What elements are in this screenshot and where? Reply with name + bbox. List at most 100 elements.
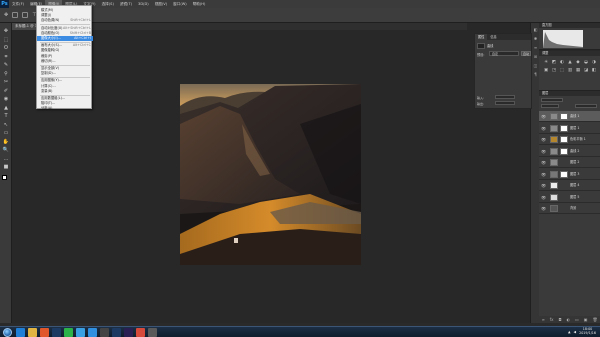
adjustment-icon-12[interactable]: ▦ [575,68,581,73]
adjustment-icon-14[interactable]: ◧ [591,68,597,73]
layer-mask-thumbnail[interactable] [560,136,568,143]
image-menu-item-10[interactable]: 裁切(R)... [37,59,93,64]
panel-strip-icon-4[interactable]: ⊞ [533,54,538,59]
eyedropper-tool-icon[interactable]: ⚲ [2,71,10,77]
visibility-eye-icon[interactable]: 👁 [541,149,546,154]
move-tool-icon[interactable]: ✥ [4,12,8,18]
network-icon[interactable]: ▲ [568,330,571,334]
layer-mask-thumbnail[interactable] [560,170,568,178]
path-select-tool-icon[interactable]: ↖ [2,122,10,128]
visibility-eye-icon[interactable]: 👁 [541,160,546,165]
new-group-icon[interactable]: ▭ [575,317,579,322]
delete-layer-icon[interactable]: 🗑 [592,317,597,322]
layer-filter-select[interactable] [541,98,563,102]
menu-7[interactable]: 滤镜(T) [117,0,135,8]
move-tool-icon[interactable]: ✥ [2,29,10,34]
image-menu-item-18[interactable]: 分析(A) [37,106,93,111]
adjustment-icon-1[interactable]: ☀ [543,60,549,65]
visibility-eye-icon[interactable]: 👁 [541,195,546,200]
clock[interactable]: 18:00 2019/1/16 [579,327,596,336]
visibility-eye-icon[interactable]: 👁 [541,183,546,188]
brush-tool-icon[interactable]: ✐ [2,88,10,94]
new-layer-icon[interactable]: ▣ [584,317,588,322]
layer-row[interactable]: 👁 曲线 2 [539,146,600,157]
adjustment-icon-10[interactable]: ⬚ [559,68,565,73]
ie-icon[interactable] [15,327,25,337]
visibility-eye-icon[interactable]: 👁 [541,114,546,119]
app-icon[interactable] [99,327,109,337]
new-adjustment-icon[interactable]: ◐ [567,317,571,322]
adjustment-icon-6[interactable]: ◒ [583,60,589,65]
image-menu-item-9[interactable]: 裁剪(P) [37,54,93,59]
panel-strip-icon-6[interactable]: ¶ [533,72,538,77]
layer-row[interactable]: 👁 曲线 1 [539,111,600,122]
layer-row[interactable]: 👁 图层 1 [539,123,600,134]
adjustment-icon-13[interactable]: ◪ [583,68,589,73]
canvas-image[interactable] [180,84,361,265]
pr-icon[interactable] [123,327,133,337]
layer-mask-thumbnail[interactable] [560,113,568,120]
ps2-icon[interactable] [111,327,121,337]
browser-icon[interactable] [87,327,97,337]
panel-strip-icon-5[interactable]: ◫ [533,63,538,68]
preset-select[interactable]: 自定 [489,51,519,56]
app2-icon[interactable] [147,327,157,337]
clone-tool-icon[interactable]: ◉ [2,97,10,102]
visibility-eye-icon[interactable]: 👁 [541,126,546,131]
chrome-icon[interactable] [135,327,145,337]
adjustment-icon-5[interactable]: ◆ [575,60,581,65]
panel-strip-icon-2[interactable]: ✱ [533,36,538,41]
image-menu-item-13[interactable]: 应用图像(Y)... [37,78,93,83]
link-layers-icon[interactable]: ∞ [541,317,544,322]
start-button[interactable] [0,327,14,337]
shape-tool-icon[interactable]: ▭ [2,131,10,136]
menu-6[interactable]: 选择(S) [99,0,117,8]
layer-mask-thumbnail[interactable] [560,147,568,155]
image-menu-item-4[interactable]: 自动对比度(U) Alt+Shift+Ctrl+L [37,26,93,31]
adjustment-icon-9[interactable]: ◳ [551,68,557,73]
output-field[interactable] [495,101,515,105]
adjustment-icon-8[interactable]: ▣ [543,68,549,73]
foreground-color-swatch[interactable] [2,175,7,180]
adjustment-icon-2[interactable]: ◩ [551,60,557,65]
image-menu-item-16[interactable]: 应用数据组(L)... [37,96,93,101]
tab-properties[interactable]: 属性 [475,34,488,40]
menu-11[interactable]: 帮助(H) [190,0,209,8]
image-menu-item-14[interactable]: 计算(C)... [37,84,93,89]
quick-select-tool-icon[interactable]: ⌗ [2,54,10,60]
transform-controls-checkbox[interactable] [22,12,29,18]
volume-icon[interactable]: ◀ [574,330,577,334]
image-menu-item-15[interactable]: 变量(B) [37,89,93,94]
qq-icon[interactable] [75,327,85,337]
wechat-icon[interactable] [63,327,73,337]
adjustment-icon-11[interactable]: ▥ [567,68,573,73]
auto-select-checkbox[interactable] [12,12,19,18]
layer-row[interactable]: 👁 图层 2 [539,157,600,168]
layer-row[interactable]: 👁 图层 5 [539,192,600,203]
image-menu-item-3[interactable]: 自动色调(N) Shift+Ctrl+L [37,18,93,23]
marquee-tool-icon[interactable]: ⬚ [2,37,10,43]
lasso-tool-icon[interactable]: ʘ [2,46,10,51]
crop-tool-icon[interactable]: ✎ [2,63,10,68]
menu-8[interactable]: 3D(D) [135,0,152,8]
menu-9[interactable]: 视图(V) [152,0,170,8]
input-field[interactable] [495,95,515,99]
image-menu-item-12[interactable]: 复制(D)... [37,71,93,76]
auto-button[interactable]: 自动 [521,51,531,56]
more-tool-icon[interactable]: … [2,156,10,162]
zoom-tool-icon[interactable]: 🔍 [2,148,10,153]
layer-mask-thumbnail[interactable] [560,124,568,132]
image-menu-item-5[interactable]: 自动颜色(O) Shift+Ctrl+B [37,31,93,36]
layer-row[interactable]: 👁 色彩平衡 1 [539,134,600,145]
image-menu-item-1[interactable]: 模式(M) [37,8,93,13]
image-menu-item-8[interactable]: 图像旋转(G) [37,48,93,53]
visibility-eye-icon[interactable]: 👁 [541,172,546,177]
image-menu-item-11[interactable]: 显示全部(V) [37,66,93,71]
adjustment-icon-7[interactable]: ◑ [591,60,597,65]
tab-info[interactable]: 信息 [487,34,499,40]
color-tool-icon[interactable]: ■ [2,165,10,170]
layer-row[interactable]: 👁 图层 4 [539,180,600,191]
adjustment-icon-4[interactable]: ▲ [567,60,573,65]
history-tool-icon[interactable]: ▲ [2,105,10,111]
fx-icon[interactable]: fx [550,317,554,322]
